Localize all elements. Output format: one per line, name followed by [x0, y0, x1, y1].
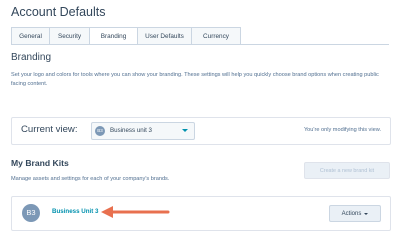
current-view-panel: Current view: B3 Business unit 3 You're … [11, 117, 391, 145]
chevron-down-icon [182, 129, 188, 132]
tab-user-defaults[interactable]: User Defaults [138, 27, 192, 44]
modifying-view-note: You're only modifying this view. [303, 127, 381, 133]
business-unit-select[interactable]: B3 Business unit 3 [91, 122, 195, 140]
tab-general[interactable]: General [11, 27, 50, 44]
brand-kits-heading: My Brand Kits [11, 158, 69, 168]
tab-currency[interactable]: Currency [192, 27, 241, 44]
branding-description: Set your logo and colors for tools where… [11, 72, 379, 87]
page-title: Account Defaults [11, 5, 106, 19]
tab-security[interactable]: Security [50, 27, 90, 44]
arrow-left-icon [101, 206, 170, 218]
actions-label: Actions [341, 210, 362, 217]
branding-heading: Branding [11, 52, 52, 63]
tab-divider [11, 44, 389, 45]
tab-bar: General Security Branding User Defaults … [11, 27, 241, 45]
brand-kits-description: Manage assets and settings for each of y… [11, 176, 170, 182]
brand-kit-avatar: B3 [22, 204, 40, 222]
business-unit-selected: Business unit 3 [110, 127, 152, 134]
current-view-label: Current view: [21, 124, 78, 135]
tab-branding[interactable]: Branding [90, 27, 138, 45]
brand-kit-row: B3 Business Unit 3 Actions [11, 196, 391, 231]
chevron-down-icon [364, 212, 369, 215]
create-brand-kit-button[interactable]: Create a new brand kit [304, 162, 390, 179]
actions-button[interactable]: Actions [329, 205, 381, 222]
business-unit-badge: B3 [95, 126, 105, 136]
brand-kit-link[interactable]: Business Unit 3 [52, 208, 98, 215]
